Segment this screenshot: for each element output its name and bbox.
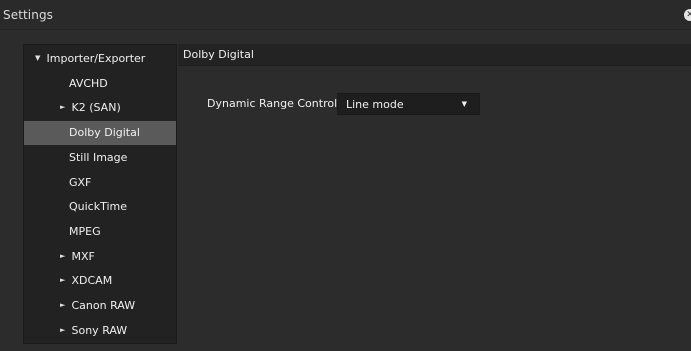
collapsed-arrow-icon[interactable]: ►: [60, 95, 68, 119]
tree-item-sony-raw[interactable]: ► Sony RAW: [24, 319, 176, 343]
close-icon[interactable]: ✕: [684, 9, 691, 21]
tree-item-mxf[interactable]: ► MXF: [24, 245, 176, 269]
tree-item-label: Importer/Exporter: [46, 52, 146, 65]
tree-item-label: K2 (SAN): [71, 101, 121, 115]
expanded-arrow-icon[interactable]: ▼: [35, 46, 43, 70]
title-bar: Settings ✕: [0, 0, 691, 30]
collapsed-arrow-icon[interactable]: ►: [60, 268, 68, 292]
settings-tree: ▼ Importer/Exporter AVCHD ► K2 (SAN) Dolby …: [23, 44, 177, 344]
settings-window: Settings ✕ ▼ Importer/Exporter AVCHD ► K2 …: [0, 0, 691, 351]
tree-item-quicktime[interactable]: QuickTime: [24, 195, 176, 219]
dynamic-range-control-select[interactable]: Line mode ▼: [337, 93, 480, 115]
collapsed-arrow-icon[interactable]: ►: [60, 244, 68, 268]
tree-item-xdcam[interactable]: ► XDCAM: [24, 269, 176, 293]
tree-item-label: GXF: [69, 175, 92, 189]
tree-item-label: MPEG: [69, 224, 101, 238]
tree-item-canon-raw[interactable]: ► Canon RAW: [24, 294, 176, 318]
dynamic-range-control-label: Dynamic Range Control: [207, 97, 338, 110]
section-header: Dolby Digital: [178, 44, 691, 66]
tree-item-label: XDCAM: [71, 274, 113, 288]
tree-item-label: MXF: [71, 249, 95, 263]
tree-item-gxf[interactable]: GXF: [24, 171, 176, 195]
tree-item-label: QuickTime: [69, 200, 128, 214]
collapsed-arrow-icon[interactable]: ►: [60, 293, 68, 317]
tree-item-k2-san[interactable]: ► K2 (SAN): [24, 96, 176, 120]
tree-item-label: Canon RAW: [71, 299, 136, 312]
tree-item-mpeg[interactable]: MPEG: [24, 220, 176, 244]
settings-body: ▼ Importer/Exporter AVCHD ► K2 (SAN) Dolby …: [0, 30, 691, 351]
section-title: Dolby Digital: [183, 48, 254, 61]
settings-content: Dolby Digital Dynamic Range Control Line…: [178, 44, 691, 351]
tree-item-still-image[interactable]: Still Image: [24, 146, 176, 170]
chevron-down-icon: ▼: [461, 100, 467, 108]
dynamic-range-control-value: Line mode: [346, 98, 404, 111]
window-title: Settings: [3, 8, 54, 22]
collapsed-arrow-icon[interactable]: ►: [60, 318, 68, 342]
tree-item-avchd[interactable]: AVCHD: [24, 72, 176, 96]
tree-item-label: Sony RAW: [71, 323, 128, 337]
tree-item-label: AVCHD: [69, 76, 108, 90]
tree-item-dolby-digital[interactable]: Dolby Digital: [24, 121, 176, 146]
tree-item-label: Still Image: [69, 150, 128, 164]
tree-item-importer-exporter[interactable]: ▼ Importer/Exporter: [24, 47, 176, 71]
tree-item-label: Dolby Digital: [69, 126, 140, 140]
